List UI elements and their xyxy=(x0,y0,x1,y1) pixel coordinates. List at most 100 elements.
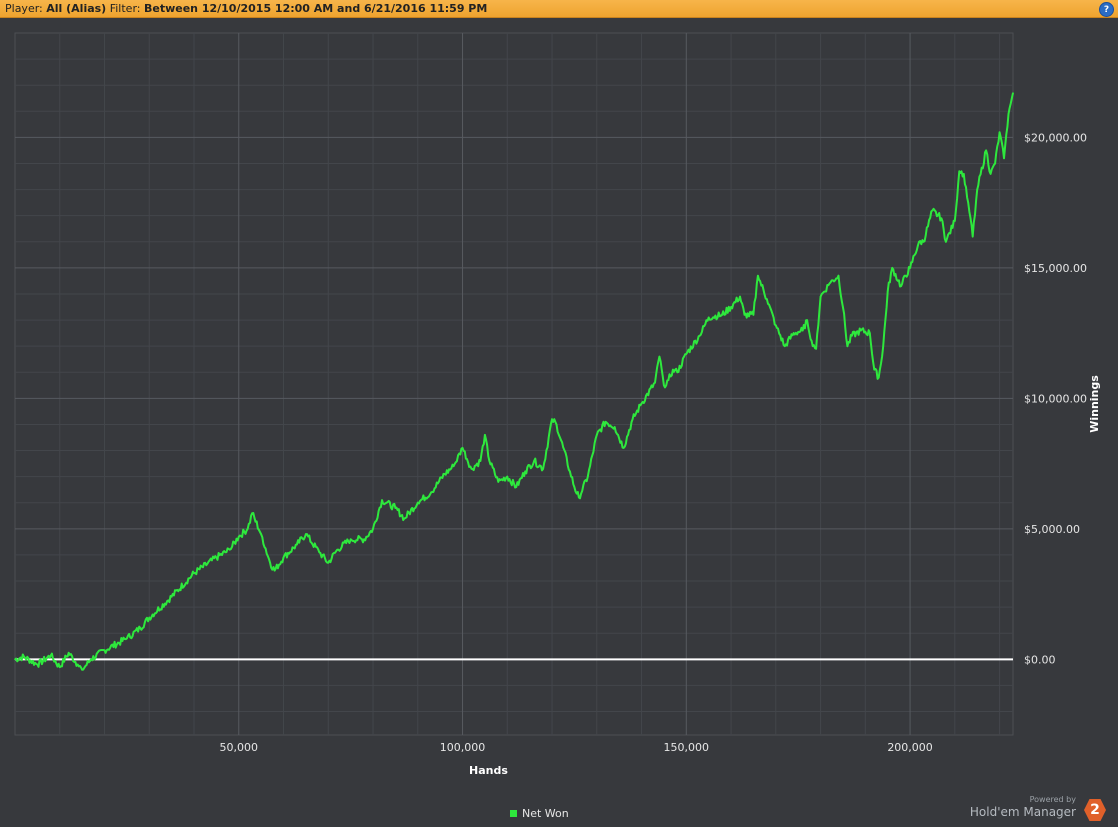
legend-label-net-won: Net Won xyxy=(522,807,569,820)
branding: Powered by Hold'em Manager 2 xyxy=(966,795,1106,823)
data-point xyxy=(604,421,607,423)
filter-summary: Player: All (Alias) Filter: Between 12/1… xyxy=(0,2,487,15)
data-point xyxy=(506,475,509,478)
data-point xyxy=(886,290,889,293)
data-point xyxy=(488,460,491,462)
data-point xyxy=(1003,157,1005,160)
data-point xyxy=(67,651,70,654)
data-point xyxy=(336,548,339,551)
data-point xyxy=(851,334,853,337)
data-point xyxy=(403,517,406,520)
y-tick-label: $0.00 xyxy=(1024,653,1056,666)
data-point xyxy=(497,481,500,483)
data-point xyxy=(672,368,674,371)
data-point xyxy=(251,512,253,514)
data-point xyxy=(967,201,970,204)
data-point xyxy=(989,173,992,175)
data-point xyxy=(50,654,52,657)
data-point xyxy=(170,595,173,598)
data-point xyxy=(994,162,996,165)
data-point xyxy=(470,468,473,470)
data-point xyxy=(58,666,61,668)
data-point xyxy=(569,470,571,473)
data-point xyxy=(846,345,849,347)
data-point xyxy=(891,267,893,269)
x-tick-label: 200,000 xyxy=(887,741,933,754)
data-point xyxy=(484,434,486,436)
data-point xyxy=(868,332,871,334)
player-value[interactable]: All (Alias) xyxy=(46,2,106,15)
data-point xyxy=(721,314,723,316)
y-tick-label: $5,000.00 xyxy=(1024,523,1080,536)
data-point xyxy=(757,274,759,277)
data-point xyxy=(730,306,732,308)
data-point xyxy=(676,371,679,374)
data-point xyxy=(819,295,822,298)
chart-legend[interactable]: Net Won xyxy=(510,807,569,820)
data-point xyxy=(654,381,656,384)
data-point xyxy=(783,345,786,347)
data-point xyxy=(560,439,562,441)
data-point xyxy=(452,465,455,468)
data-point xyxy=(622,447,625,449)
data-point xyxy=(806,319,808,321)
data-point xyxy=(775,324,777,327)
net-won-chart: 50,000 100,000 150,000 200,000 $0.00 $5,000.0… xyxy=(14,32,1101,777)
data-point xyxy=(430,491,433,494)
data-point xyxy=(215,556,218,559)
data-point xyxy=(663,384,665,387)
data-point xyxy=(524,470,526,473)
data-point xyxy=(962,173,965,175)
data-point xyxy=(14,658,16,661)
filter-bar: Player: All (Alias) Filter: Between 12/1… xyxy=(0,0,1118,18)
data-point xyxy=(327,561,330,564)
data-point xyxy=(658,355,661,358)
data-point xyxy=(940,217,943,220)
data-point xyxy=(842,306,844,308)
data-point xyxy=(385,501,388,504)
data-point xyxy=(815,347,817,350)
data-point xyxy=(595,434,598,436)
data-point xyxy=(273,569,276,572)
plot-area xyxy=(14,32,1014,736)
data-point xyxy=(229,548,231,551)
data-point xyxy=(837,274,840,277)
filter-label: Filter: xyxy=(109,2,141,15)
data-point xyxy=(918,240,920,243)
data-point xyxy=(193,572,195,575)
data-point xyxy=(533,460,535,462)
data-point xyxy=(103,649,106,651)
data-point xyxy=(801,329,804,332)
data-point xyxy=(479,460,482,462)
data-point xyxy=(931,209,934,212)
data-point xyxy=(1012,92,1014,94)
y-axis-title: Winnings xyxy=(1088,375,1101,433)
data-point xyxy=(139,627,142,629)
data-point xyxy=(587,475,589,478)
filter-value[interactable]: Between 12/10/2015 12:00 AM and 6/21/201… xyxy=(144,2,487,15)
data-point xyxy=(269,561,271,564)
data-point xyxy=(515,486,518,488)
data-point xyxy=(739,295,741,298)
legend-swatch-net-won xyxy=(510,810,517,817)
data-point xyxy=(551,418,553,421)
data-point xyxy=(698,334,701,337)
x-tick-label: 50,000 xyxy=(220,741,259,754)
data-point xyxy=(971,235,974,238)
data-point xyxy=(349,538,352,541)
data-point xyxy=(667,379,670,381)
data-point xyxy=(90,658,92,661)
y-tick-label: $20,000.00 xyxy=(1024,131,1087,144)
data-point xyxy=(555,423,558,426)
x-axis-title: Hands xyxy=(469,764,508,777)
data-point xyxy=(685,353,688,355)
data-point xyxy=(828,282,831,285)
data-point xyxy=(23,655,25,658)
data-point xyxy=(416,501,419,504)
data-point xyxy=(904,274,907,277)
data-point xyxy=(958,170,961,173)
data-point xyxy=(282,556,285,559)
data-point xyxy=(613,426,616,428)
data-point xyxy=(640,402,643,405)
help-icon[interactable]: ? xyxy=(1099,2,1114,17)
